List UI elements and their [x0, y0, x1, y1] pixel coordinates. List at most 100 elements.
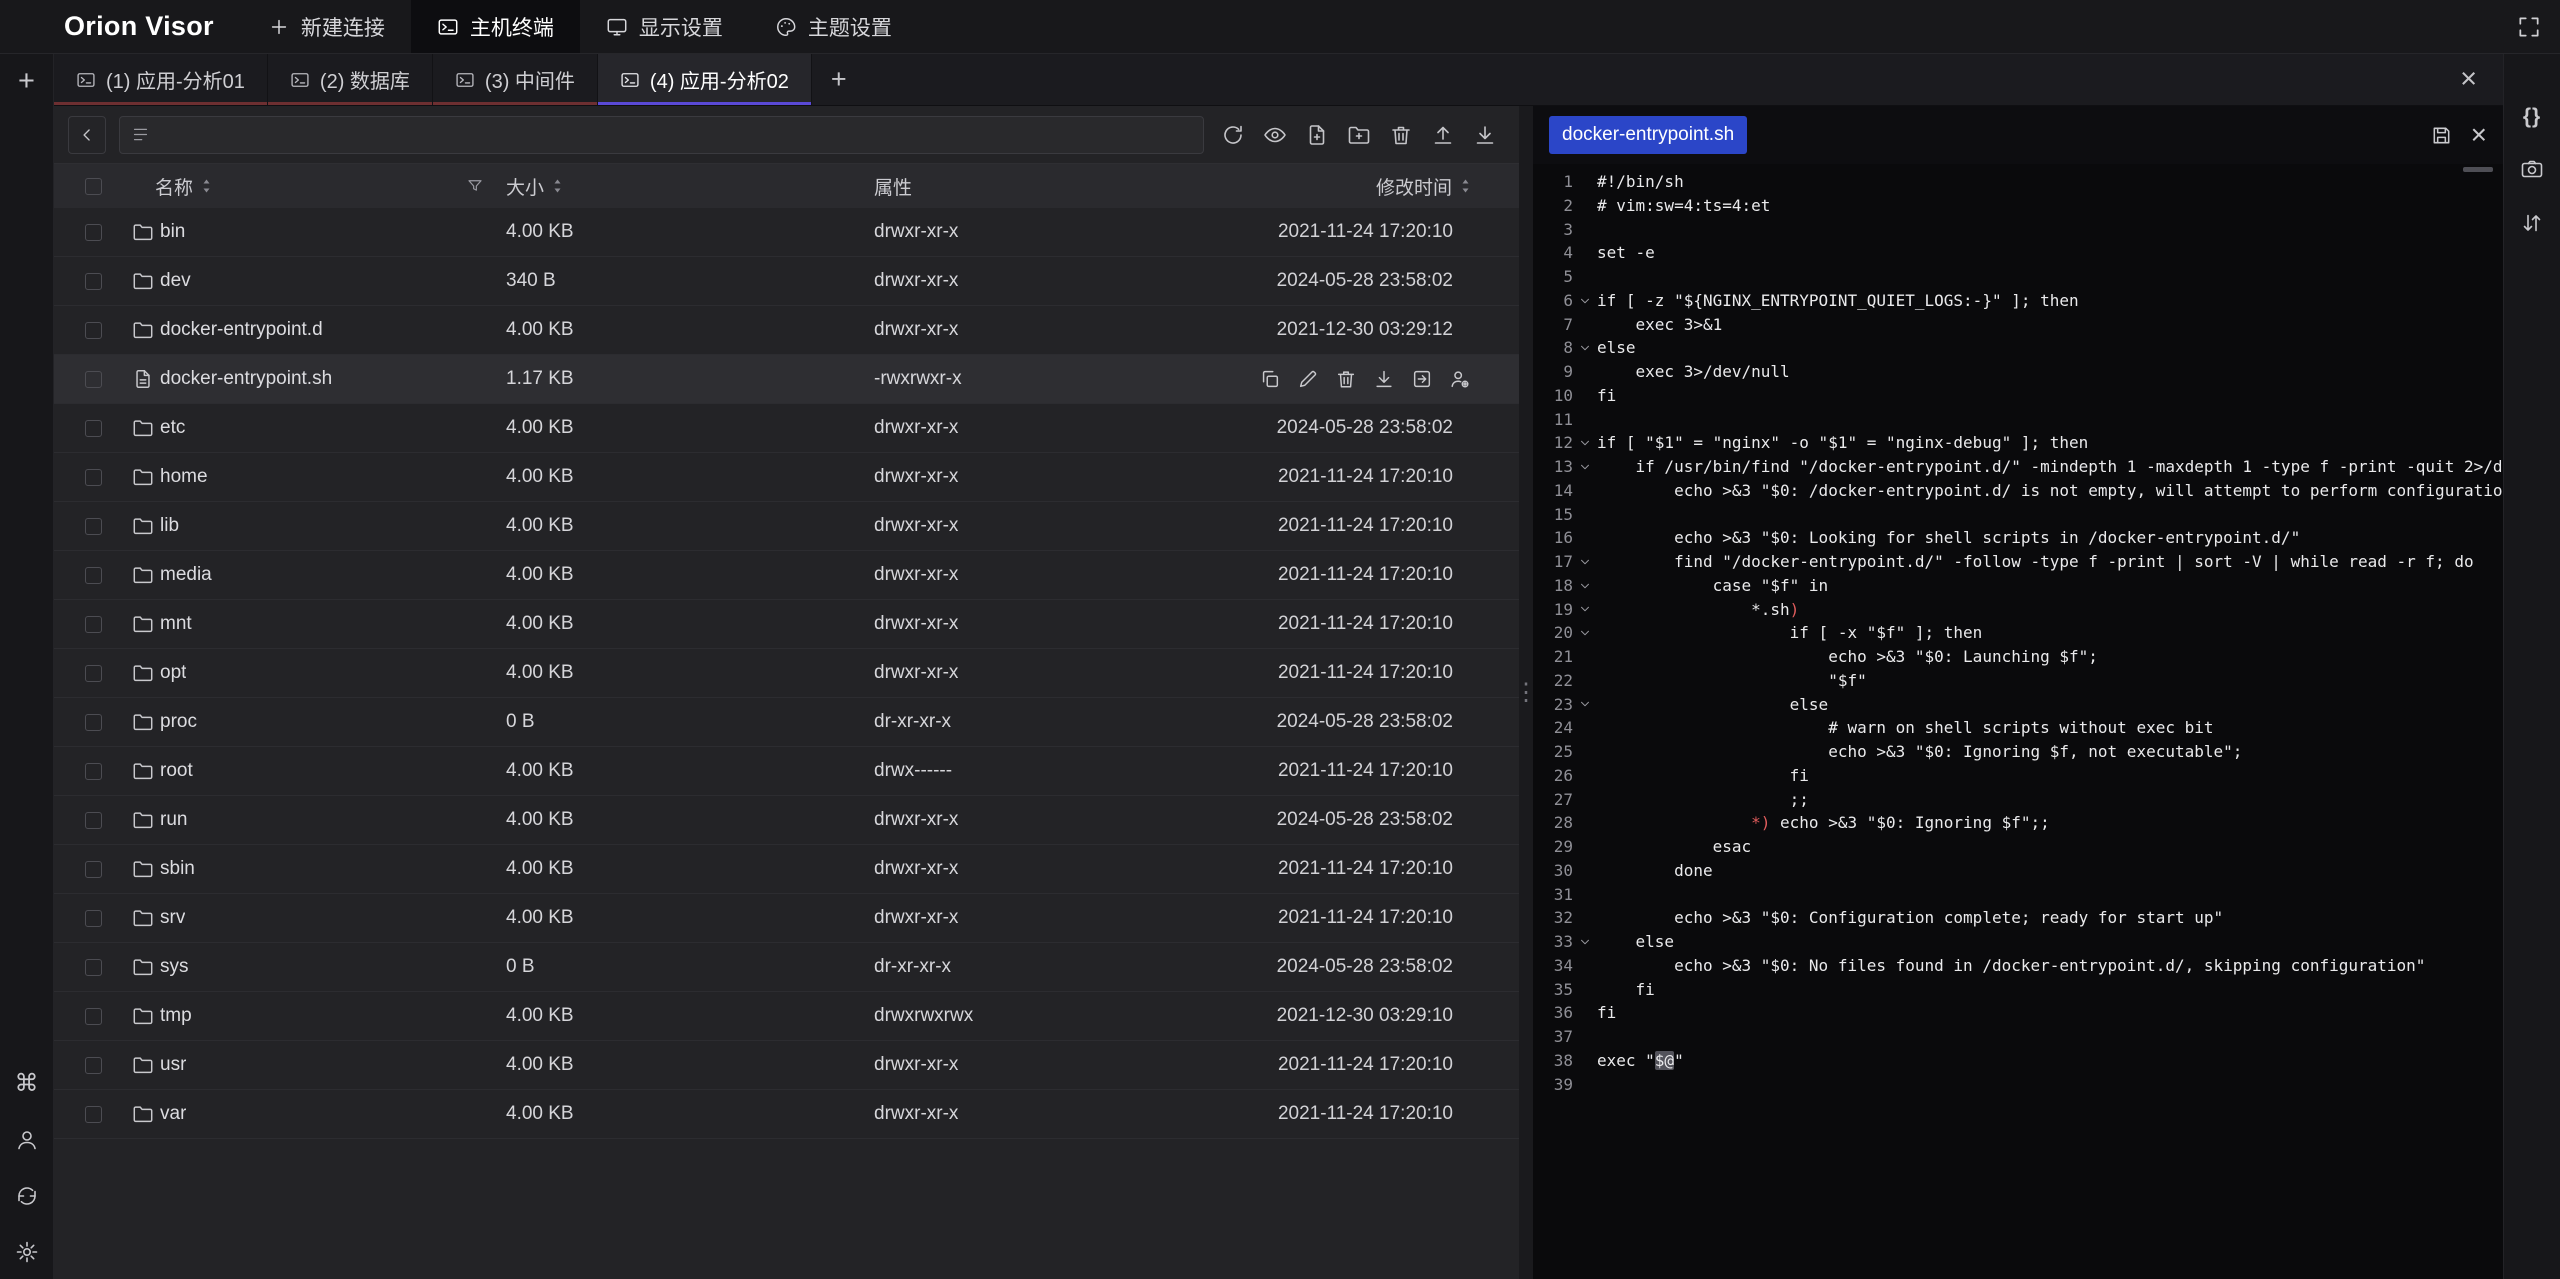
- delete-icon[interactable]: [1335, 368, 1357, 390]
- code-line[interactable]: 6 if [ -z "${NGINX_ENTRYPOINT_QUIET_LOGS…: [1533, 289, 2503, 313]
- row-checkbox[interactable]: [85, 1106, 102, 1123]
- move-icon[interactable]: [1411, 368, 1433, 390]
- code-line[interactable]: 13 if /usr/bin/find "/docker-entrypoint.…: [1533, 455, 2503, 479]
- new-file-icon[interactable]: [1305, 123, 1329, 147]
- row-checkbox[interactable]: [85, 861, 102, 878]
- code-area[interactable]: 1 #!/bin/sh 2 # vim:sw=4:ts=4:et 3 4 set…: [1533, 170, 2503, 1096]
- fold-slot[interactable]: [1573, 954, 1597, 978]
- file-name[interactable]: home: [160, 466, 208, 488]
- row-checkbox[interactable]: [85, 469, 102, 486]
- open-file-chip[interactable]: docker-entrypoint.sh: [1549, 116, 1747, 154]
- fold-chevron-icon[interactable]: [1573, 455, 1597, 479]
- fold-chevron-icon[interactable]: [1573, 431, 1597, 455]
- new-folder-icon[interactable]: [1347, 123, 1371, 147]
- fold-chevron-icon[interactable]: [1573, 574, 1597, 598]
- file-name[interactable]: mnt: [160, 613, 192, 635]
- table-row[interactable]: docker-entrypoint.sh 1.17 KB -rwxrwxr-x: [54, 355, 1519, 404]
- fold-slot[interactable]: [1573, 835, 1597, 859]
- code-line[interactable]: 4 set -e: [1533, 241, 2503, 265]
- file-name[interactable]: root: [160, 760, 193, 782]
- code-line[interactable]: 9 exec 3>/dev/null: [1533, 360, 2503, 384]
- fold-slot[interactable]: [1573, 1073, 1597, 1097]
- delete-icon[interactable]: [1389, 123, 1413, 147]
- fold-chevron-icon[interactable]: [1573, 336, 1597, 360]
- code-line[interactable]: 19 *.sh): [1533, 598, 2503, 622]
- fold-slot[interactable]: [1573, 788, 1597, 812]
- table-row[interactable]: srv 4.00 KB drwxr-xr-x 2021-11-24 17:20:…: [54, 894, 1519, 943]
- nav-item-display-settings[interactable]: 显示设置: [580, 0, 749, 53]
- code-line[interactable]: 11: [1533, 408, 2503, 432]
- sync-icon[interactable]: [15, 1184, 39, 1208]
- fold-slot[interactable]: [1573, 170, 1597, 194]
- capture-icon[interactable]: [2520, 157, 2544, 181]
- back-button[interactable]: [68, 116, 106, 154]
- file-name[interactable]: tmp: [160, 1005, 192, 1027]
- save-icon[interactable]: [2430, 124, 2453, 147]
- fold-slot[interactable]: [1573, 503, 1597, 527]
- close-terminal-icon[interactable]: ×: [2460, 54, 2503, 105]
- sort-name-icon[interactable]: [201, 178, 212, 194]
- code-line[interactable]: 15: [1533, 503, 2503, 527]
- show-hidden-icon[interactable]: [1263, 123, 1287, 147]
- file-name[interactable]: dev: [160, 270, 191, 292]
- panel-splitter[interactable]: ⋮: [1519, 106, 1533, 1279]
- fold-slot[interactable]: [1573, 716, 1597, 740]
- fold-slot[interactable]: [1573, 1001, 1597, 1025]
- tab-1[interactable]: (1) 应用-分析01: [54, 54, 268, 105]
- code-line[interactable]: 2 # vim:sw=4:ts=4:et: [1533, 194, 2503, 218]
- table-row[interactable]: etc 4.00 KB drwxr-xr-x 2024-05-28 23:58:…: [54, 404, 1519, 453]
- row-checkbox[interactable]: [85, 567, 102, 584]
- table-row[interactable]: bin 4.00 KB drwxr-xr-x 2021-11-24 17:20:…: [54, 208, 1519, 257]
- fold-slot[interactable]: [1573, 978, 1597, 1002]
- code-line[interactable]: 20 if [ -x "$f" ]; then: [1533, 621, 2503, 645]
- code-line[interactable]: 8 else: [1533, 336, 2503, 360]
- row-checkbox[interactable]: [85, 322, 102, 339]
- fold-slot[interactable]: [1573, 265, 1597, 289]
- add-tab-button[interactable]: +: [812, 54, 866, 105]
- file-name[interactable]: run: [160, 809, 187, 831]
- col-mtime-header[interactable]: 修改时间: [1234, 173, 1519, 200]
- edit-icon[interactable]: [1297, 368, 1319, 390]
- code-line[interactable]: 30 done: [1533, 859, 2503, 883]
- code-line[interactable]: 16 echo >&3 "$0: Looking for shell scrip…: [1533, 526, 2503, 550]
- row-checkbox[interactable]: [85, 1008, 102, 1025]
- file-name[interactable]: var: [160, 1103, 186, 1125]
- braces-icon[interactable]: {}: [2523, 106, 2541, 127]
- editor-scrollbar-thumb[interactable]: [2463, 167, 2493, 172]
- fold-slot[interactable]: [1573, 740, 1597, 764]
- row-checkbox[interactable]: [85, 665, 102, 682]
- code-line[interactable]: 22 "$f": [1533, 669, 2503, 693]
- file-name[interactable]: media: [160, 564, 212, 586]
- nav-item-host-terminal[interactable]: 主机终端: [411, 0, 580, 53]
- code-line[interactable]: 18 case "$f" in: [1533, 574, 2503, 598]
- code-line[interactable]: 1 #!/bin/sh: [1533, 170, 2503, 194]
- fold-slot[interactable]: [1573, 313, 1597, 337]
- fold-slot[interactable]: [1573, 764, 1597, 788]
- editor-close-icon[interactable]: ×: [2471, 121, 2487, 149]
- tab-4[interactable]: (4) 应用-分析02: [598, 54, 812, 105]
- code-line[interactable]: 7 exec 3>&1: [1533, 313, 2503, 337]
- tab-2[interactable]: (2) 数据库: [268, 54, 433, 105]
- col-name-header[interactable]: 名称: [132, 173, 506, 200]
- table-row[interactable]: sbin 4.00 KB drwxr-xr-x 2021-11-24 17:20…: [54, 845, 1519, 894]
- code-line[interactable]: 25 echo >&3 "$0: Ignoring $f, not execut…: [1533, 740, 2503, 764]
- code-line[interactable]: 31: [1533, 883, 2503, 907]
- fold-slot[interactable]: [1573, 645, 1597, 669]
- row-checkbox[interactable]: [85, 959, 102, 976]
- table-row[interactable]: mnt 4.00 KB drwxr-xr-x 2021-11-24 17:20:…: [54, 600, 1519, 649]
- table-row[interactable]: usr 4.00 KB drwxr-xr-x 2021-11-24 17:20:…: [54, 1041, 1519, 1090]
- table-row[interactable]: proc 0 B dr-xr-xr-x 2024-05-28 23:58:02: [54, 698, 1519, 747]
- fold-slot[interactable]: [1573, 218, 1597, 242]
- table-row[interactable]: tmp 4.00 KB drwxrwxrwx 2021-12-30 03:29:…: [54, 992, 1519, 1041]
- code-line[interactable]: 12 if [ "$1" = "nginx" -o "$1" = "nginx-…: [1533, 431, 2503, 455]
- code-line[interactable]: 34 echo >&3 "$0: No files found in /dock…: [1533, 954, 2503, 978]
- sort-mtime-icon[interactable]: [1460, 178, 1471, 194]
- table-row[interactable]: lib 4.00 KB drwxr-xr-x 2021-11-24 17:20:…: [54, 502, 1519, 551]
- fold-slot[interactable]: [1573, 859, 1597, 883]
- fold-slot[interactable]: [1573, 669, 1597, 693]
- row-checkbox[interactable]: [85, 616, 102, 633]
- transfer-icon[interactable]: [2520, 211, 2544, 235]
- select-all-checkbox[interactable]: [85, 178, 102, 195]
- fold-slot[interactable]: [1573, 811, 1597, 835]
- code-line[interactable]: 5: [1533, 265, 2503, 289]
